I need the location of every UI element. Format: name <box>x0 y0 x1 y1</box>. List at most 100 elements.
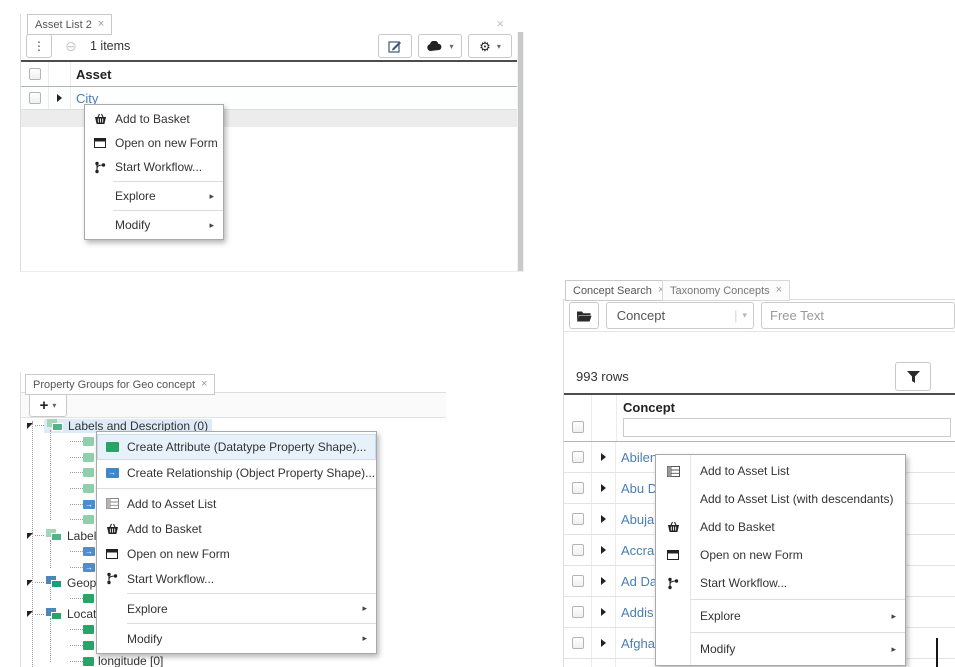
chevron-down-icon: ▾ <box>449 42 453 51</box>
row-expander-icon[interactable] <box>57 94 62 102</box>
menu-item-modify[interactable]: Modify ▸ <box>656 635 905 663</box>
attribute-icon <box>83 515 94 524</box>
row-checkbox[interactable] <box>572 637 584 649</box>
tab-label: Property Groups for Geo concept <box>33 379 195 391</box>
attribute-icon <box>83 437 94 446</box>
select-all-checkbox[interactable] <box>572 421 584 433</box>
column-filter-input[interactable] <box>623 418 951 437</box>
open-saved-search-button[interactable] <box>569 302 599 329</box>
concept-link[interactable]: Accra <box>621 543 654 558</box>
settings-menu-button[interactable]: ⚙ ▾ <box>468 34 512 58</box>
row-expander-icon[interactable] <box>601 608 606 616</box>
table-header: Concept <box>564 395 955 442</box>
workspace: Asset List 2 × × ⋮ ⊖ 1 items <box>0 0 955 667</box>
menu-item-add-to-asset-list[interactable]: Add to Asset List <box>656 457 905 485</box>
menu-item-add-to-basket[interactable]: Add to Basket <box>85 107 223 131</box>
basket-icon <box>656 521 690 533</box>
menu-item-label: Explore <box>127 602 168 616</box>
cloud-icon <box>426 41 443 52</box>
row-checkbox[interactable] <box>29 92 41 104</box>
concept-link[interactable]: Abuja <box>621 512 654 527</box>
row-expander-icon[interactable] <box>601 484 606 492</box>
search-type-select[interactable]: Concept | ▾ <box>606 302 754 329</box>
form-window-icon <box>97 549 127 559</box>
create-button[interactable]: + ▾ <box>29 393 67 417</box>
menu-item-label: Add to Basket <box>127 522 202 536</box>
asset-list-toolbar: ⋮ ⊖ 1 items ▾ ⚙ <box>21 32 517 60</box>
row-checkbox[interactable] <box>572 606 584 618</box>
vertical-scrollbar[interactable] <box>517 32 524 271</box>
tab-close-icon[interactable]: × <box>776 285 782 296</box>
menu-item-start-workflow[interactable]: Start Workflow... <box>656 569 905 597</box>
attribute-icon <box>83 594 94 603</box>
workflow-icon <box>85 161 115 174</box>
relationship-icon: → <box>83 500 95 509</box>
menu-item-add-to-asset-list-descendants[interactable]: Add to Asset List (with descendants) <box>656 485 905 513</box>
workflow-icon <box>97 572 127 585</box>
menu-item-label: Modify <box>115 218 150 232</box>
menu-item-add-to-asset-list[interactable]: Add to Asset List <box>97 491 376 516</box>
tree-connector-line <box>50 540 51 568</box>
tree-connector-line <box>50 618 51 662</box>
select-divider: | <box>734 308 737 323</box>
menu-item-add-to-basket[interactable]: Add to Basket <box>97 516 376 541</box>
basket-icon <box>97 523 127 535</box>
tab-close-icon[interactable]: × <box>201 379 207 390</box>
menu-separator <box>690 632 905 633</box>
row-checkbox[interactable] <box>572 451 584 463</box>
row-expander-icon[interactable] <box>601 453 606 461</box>
menu-item-explore[interactable]: Explore ▸ <box>97 596 376 621</box>
plus-icon: + <box>40 398 49 413</box>
menu-item-add-to-basket[interactable]: Add to Basket <box>656 513 905 541</box>
row-checkbox[interactable] <box>572 575 584 587</box>
menu-item-explore[interactable]: Explore ▸ <box>85 184 223 208</box>
select-all-checkbox[interactable] <box>29 68 41 80</box>
submenu-arrow-icon: ▸ <box>362 633 367 644</box>
row-checkbox[interactable] <box>572 482 584 494</box>
filter-button[interactable] <box>895 362 931 391</box>
tree-node[interactable]: longitude [0] <box>21 653 446 667</box>
menu-item-start-workflow[interactable]: Start Workflow... <box>97 566 376 591</box>
row-expander-icon[interactable] <box>601 577 606 585</box>
basket-icon <box>85 113 115 125</box>
tab-label: Taxonomy Concepts <box>670 285 770 297</box>
menu-item-start-workflow[interactable]: Start Workflow... <box>85 155 223 179</box>
menu-item-open-on-new-form[interactable]: Open on new Form <box>97 541 376 566</box>
row-expander-icon[interactable] <box>601 546 606 554</box>
menu-item-label: Open on new Form <box>115 136 218 150</box>
edit-button[interactable] <box>378 34 412 58</box>
menu-item-create-relationship[interactable]: → Create Relationship (Object Property S… <box>97 460 376 486</box>
more-actions-button[interactable]: ⋮ <box>26 34 52 58</box>
caret-artifact <box>936 638 938 667</box>
panel-close-icon[interactable]: × <box>496 16 504 31</box>
menu-item-open-on-new-form[interactable]: Open on new Form <box>656 541 905 569</box>
menu-item-open-on-new-form[interactable]: Open on new Form <box>85 131 223 155</box>
remove-item-icon[interactable]: ⊖ <box>58 38 84 55</box>
free-text-input[interactable] <box>761 302 955 329</box>
tab-property-groups[interactable]: Property Groups for Geo concept × <box>25 374 215 395</box>
menu-item-create-attribute[interactable]: Create Attribute (Datatype Property Shap… <box>97 434 376 460</box>
menu-item-explore[interactable]: Explore ▸ <box>656 602 905 630</box>
row-checkbox[interactable] <box>572 544 584 556</box>
tab-close-icon[interactable]: × <box>98 19 104 30</box>
context-menu-property-group: Create Attribute (Datatype Property Shap… <box>96 431 377 654</box>
tab-taxonomy-concepts[interactable]: Taxonomy Concepts × <box>662 280 790 301</box>
tab-asset-list-2[interactable]: Asset List 2 × <box>27 14 112 35</box>
chevron-down-icon: ▾ <box>742 310 747 321</box>
tab-concept-search[interactable]: Concept Search × <box>565 280 672 301</box>
scrollbar-thumb[interactable] <box>518 32 523 271</box>
row-expander-icon[interactable] <box>601 515 606 523</box>
menu-item-modify[interactable]: Modify ▸ <box>97 626 376 651</box>
cloud-menu-button[interactable]: ▾ <box>418 34 462 58</box>
menu-separator <box>690 599 905 600</box>
row-expander-icon[interactable] <box>601 639 606 647</box>
search-toolbar: Concept | ▾ <box>564 300 955 332</box>
property-group-icon <box>46 608 63 621</box>
menu-item-label: Open on new Form <box>700 548 803 562</box>
row-checkbox[interactable] <box>572 513 584 525</box>
property-group-icon <box>47 419 64 432</box>
menu-item-label: Explore <box>115 189 156 203</box>
form-window-icon <box>656 550 690 560</box>
menu-item-modify[interactable]: Modify ▸ <box>85 213 223 237</box>
pencil-square-icon <box>388 39 402 53</box>
